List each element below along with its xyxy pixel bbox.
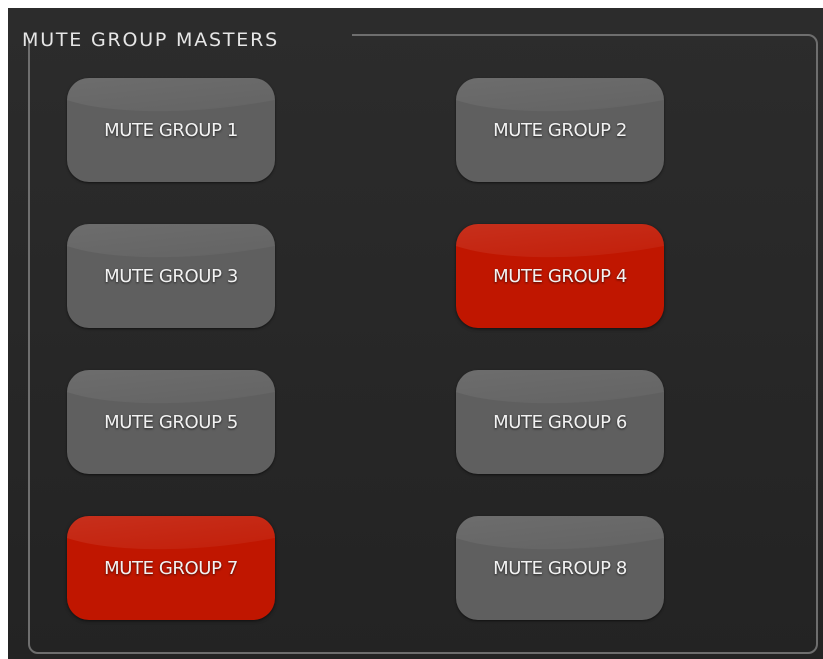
- mute-group-6-button[interactable]: MUTE GROUP 6: [456, 370, 664, 474]
- mute-group-masters-panel: MUTE GROUP MASTERS MUTE GROUP 1 MUTE GRO…: [8, 8, 823, 659]
- mute-group-5-label: MUTE GROUP 5: [104, 411, 238, 433]
- mute-group-6-label: MUTE GROUP 6: [493, 411, 627, 433]
- panel-title: MUTE GROUP MASTERS: [22, 29, 279, 51]
- mute-group-1-button[interactable]: MUTE GROUP 1: [67, 78, 275, 182]
- mute-group-8-button[interactable]: MUTE GROUP 8: [456, 516, 664, 620]
- mute-group-1-label: MUTE GROUP 1: [104, 119, 238, 141]
- mute-group-8-label: MUTE GROUP 8: [493, 557, 627, 579]
- mute-group-3-button[interactable]: MUTE GROUP 3: [67, 224, 275, 328]
- mute-group-3-label: MUTE GROUP 3: [104, 265, 238, 287]
- mute-group-2-button[interactable]: MUTE GROUP 2: [456, 78, 664, 182]
- mute-group-7-button[interactable]: MUTE GROUP 7: [67, 516, 275, 620]
- mute-group-4-label: MUTE GROUP 4: [493, 265, 627, 287]
- mute-group-5-button[interactable]: MUTE GROUP 5: [67, 370, 275, 474]
- mute-group-2-label: MUTE GROUP 2: [493, 119, 627, 141]
- mute-group-7-label: MUTE GROUP 7: [104, 557, 238, 579]
- mute-group-4-button[interactable]: MUTE GROUP 4: [456, 224, 664, 328]
